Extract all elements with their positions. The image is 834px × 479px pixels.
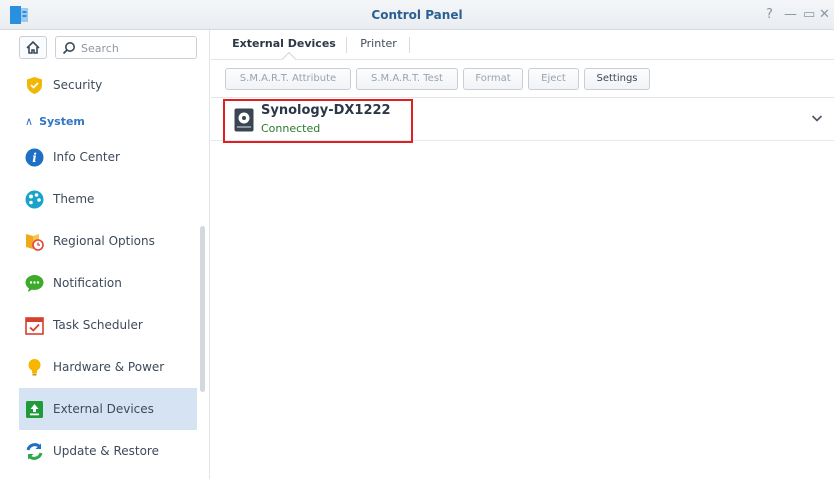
- highlight-box: [223, 99, 413, 143]
- device-row[interactable]: Synology-DX1222 Connected: [211, 99, 834, 143]
- sidebar-item-task-scheduler[interactable]: Task Scheduler: [19, 304, 197, 346]
- sidebar-item-hardware-power[interactable]: Hardware & Power: [19, 346, 197, 388]
- home-icon: [26, 40, 40, 54]
- tab-printer[interactable]: Printer: [351, 30, 406, 60]
- lightbulb-icon: [28, 358, 41, 375]
- smart-attribute-button[interactable]: S.M.A.R.T. Attribute: [225, 68, 351, 90]
- sidebar-item-label: Regional Options: [53, 234, 155, 248]
- sidebar: Security ∧ System i Info Center Theme Re…: [0, 30, 210, 479]
- sidebar-item-info-center[interactable]: i Info Center: [19, 136, 197, 178]
- format-button[interactable]: Format: [463, 68, 523, 90]
- calendar-check-icon: [25, 316, 44, 335]
- settings-button[interactable]: Settings: [584, 68, 650, 90]
- sidebar-item-theme[interactable]: Theme: [19, 178, 197, 220]
- sidebar-item-label: Security: [53, 78, 103, 92]
- sidebar-item-label: Notification: [53, 276, 122, 290]
- sidebar-scrollbar[interactable]: [200, 226, 205, 392]
- section-header-system[interactable]: ∧ System: [19, 109, 197, 133]
- chevron-up-icon: ∧: [25, 114, 34, 128]
- toolbar: S.M.A.R.T. Attribute S.M.A.R.T. Test For…: [211, 60, 834, 98]
- chevron-down-icon[interactable]: [810, 111, 824, 125]
- search-input[interactable]: [81, 39, 191, 57]
- help-button[interactable]: ?: [766, 7, 773, 23]
- window-title: Control Panel: [371, 8, 463, 22]
- maximize-button[interactable]: ▭: [803, 7, 815, 23]
- shield-icon: [27, 76, 42, 94]
- external-device-icon: [26, 400, 43, 418]
- palette-icon: [25, 190, 44, 208]
- tab-bar: External Devices Printer: [211, 30, 834, 67]
- title-bar: Control Panel ? — ▭ ✕: [0, 0, 834, 30]
- search-box[interactable]: [55, 36, 197, 59]
- sidebar-item-notification[interactable]: Notification: [19, 262, 197, 304]
- sidebar-item-label: Task Scheduler: [53, 318, 143, 332]
- sidebar-item-label: External Devices: [53, 402, 154, 416]
- search-icon: [62, 42, 75, 55]
- sidebar-item-update-restore[interactable]: Update & Restore: [19, 430, 197, 472]
- regional-clock-icon: [26, 233, 44, 251]
- sidebar-item-label: Hardware & Power: [53, 360, 165, 374]
- minimize-button[interactable]: —: [784, 7, 797, 23]
- svg-text:i: i: [32, 151, 37, 165]
- sidebar-item-label: Update & Restore: [53, 444, 159, 458]
- tab-separator: [346, 37, 347, 53]
- info-icon: i: [25, 148, 44, 166]
- refresh-icon: [26, 442, 43, 460]
- sidebar-item-label: Theme: [53, 192, 95, 206]
- smart-test-button[interactable]: S.M.A.R.T. Test: [356, 68, 458, 90]
- home-button[interactable]: [19, 36, 47, 59]
- main-panel: External Devices Printer S.M.A.R.T. Attr…: [211, 30, 834, 479]
- sidebar-item-regional-options[interactable]: Regional Options: [19, 220, 197, 262]
- eject-button[interactable]: Eject: [528, 68, 579, 90]
- sidebar-item-external-devices[interactable]: External Devices: [19, 388, 197, 430]
- sidebar-item-label: Info Center: [53, 150, 120, 164]
- chat-bubble-icon: [25, 274, 44, 292]
- tab-separator: [409, 37, 410, 53]
- close-button[interactable]: ✕: [819, 7, 830, 23]
- sidebar-item-security[interactable]: Security: [19, 64, 197, 106]
- section-label: System: [39, 114, 85, 128]
